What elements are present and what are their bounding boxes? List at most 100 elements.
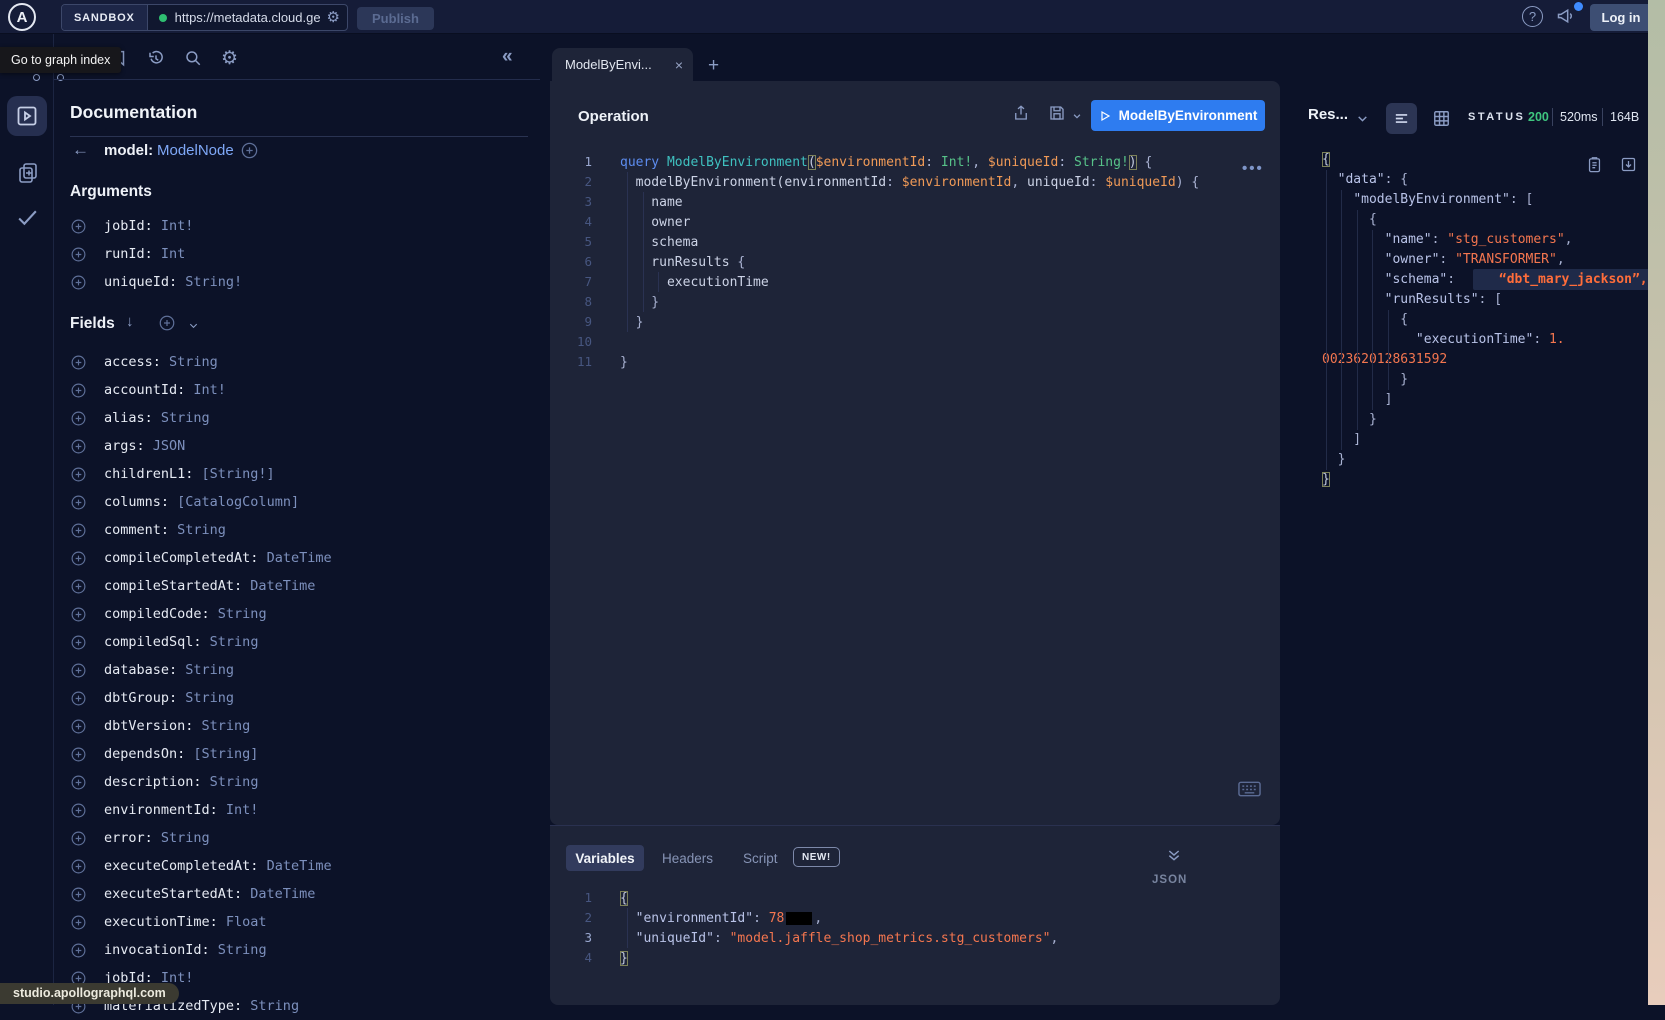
back-arrow-icon[interactable]: ← bbox=[72, 140, 89, 160]
settings-gear-icon[interactable]: ⚙ bbox=[221, 47, 238, 70]
field-row[interactable]: accountId: Int! bbox=[70, 376, 530, 404]
save-icon[interactable] bbox=[1048, 104, 1066, 122]
code-line: 3 "uniqueId": "model.jaffle_shop_metrics… bbox=[550, 928, 1274, 948]
add-field-icon[interactable] bbox=[70, 522, 87, 539]
sort-fields-icon[interactable]: ↓ bbox=[126, 313, 134, 330]
add-field-icon[interactable] bbox=[70, 438, 87, 455]
add-field-icon[interactable] bbox=[70, 466, 87, 483]
add-field-icon[interactable] bbox=[70, 494, 87, 511]
operation-tab[interactable]: ModelByEnvi... × bbox=[552, 48, 693, 81]
response-text-view-button[interactable] bbox=[1386, 103, 1417, 134]
field-name: alias: bbox=[104, 410, 153, 426]
operation-editor[interactable]: 1query ModelByEnvironment($environmentId… bbox=[550, 152, 1274, 372]
field-row[interactable]: environmentId: Int! bbox=[70, 796, 530, 824]
help-icon[interactable]: ? bbox=[1522, 6, 1543, 27]
add-field-icon[interactable] bbox=[70, 802, 87, 819]
tab-variables[interactable]: Variables bbox=[566, 845, 644, 871]
close-tab-icon[interactable]: × bbox=[675, 57, 683, 73]
add-field-icon[interactable] bbox=[70, 718, 87, 735]
url-settings-icon[interactable]: ⚙ bbox=[327, 10, 340, 25]
share-icon[interactable] bbox=[1012, 104, 1030, 122]
apollo-logo[interactable]: A bbox=[8, 3, 36, 31]
add-field-icon[interactable] bbox=[70, 662, 87, 679]
field-row[interactable]: alias: String bbox=[70, 404, 530, 432]
doc-breadcrumb-type[interactable]: ModelNode bbox=[157, 142, 234, 159]
field-row[interactable]: compiledSql: String bbox=[70, 628, 530, 656]
add-field-icon[interactable] bbox=[70, 942, 87, 959]
field-row[interactable]: executionTime: Float bbox=[70, 908, 530, 936]
field-row[interactable]: compileStartedAt: DateTime bbox=[70, 572, 530, 600]
indent-guide bbox=[643, 192, 644, 312]
keyboard-shortcuts-icon[interactable] bbox=[1238, 781, 1261, 797]
more-options-icon[interactable]: ••• bbox=[1242, 160, 1264, 177]
add-type-icon[interactable] bbox=[240, 141, 259, 160]
search-icon[interactable] bbox=[184, 49, 202, 67]
add-field-icon[interactable] bbox=[70, 606, 87, 623]
field-row[interactable]: dbtVersion: String bbox=[70, 712, 530, 740]
add-field-icon[interactable] bbox=[70, 858, 87, 875]
add-field-icon[interactable] bbox=[70, 274, 87, 291]
run-operation-button[interactable]: ModelByEnvironment bbox=[1091, 100, 1265, 131]
field-row[interactable]: columns: [CatalogColumn] bbox=[70, 488, 530, 516]
field-row[interactable]: childrenL1: [String!] bbox=[70, 460, 530, 488]
tab-script[interactable]: Script bbox=[743, 851, 778, 866]
field-row[interactable]: runId: Int bbox=[70, 240, 530, 268]
endpoint-url-group[interactable]: SANDBOX https://metadata.cloud.get ⚙ bbox=[61, 4, 348, 31]
add-field-icon[interactable] bbox=[70, 690, 87, 707]
response-chevron-icon[interactable] bbox=[1356, 112, 1369, 125]
field-row[interactable]: dbtGroup: String bbox=[70, 684, 530, 712]
code-token: { bbox=[1322, 212, 1377, 227]
login-button[interactable]: Log in bbox=[1590, 4, 1652, 31]
add-field-icon[interactable] bbox=[70, 550, 87, 567]
field-type: String bbox=[202, 634, 259, 650]
field-row[interactable]: compiledCode: String bbox=[70, 600, 530, 628]
add-field-icon[interactable] bbox=[70, 774, 87, 791]
field-row[interactable]: jobId: Int! bbox=[70, 212, 530, 240]
field-row[interactable]: executeCompletedAt: DateTime bbox=[70, 852, 530, 880]
schema-icon[interactable] bbox=[16, 160, 40, 184]
new-tab-icon[interactable]: + bbox=[708, 55, 719, 77]
code-token: } bbox=[620, 355, 628, 370]
graph-index-icon[interactable] bbox=[33, 74, 40, 81]
add-all-fields-icon[interactable] bbox=[158, 314, 176, 332]
add-field-icon[interactable] bbox=[70, 634, 87, 651]
collapse-panel-icon[interactable] bbox=[1166, 847, 1182, 863]
announcements-icon[interactable] bbox=[1556, 6, 1576, 26]
field-row[interactable]: args: JSON bbox=[70, 432, 530, 460]
add-field-icon[interactable] bbox=[70, 886, 87, 903]
fields-chevron-icon[interactable] bbox=[188, 320, 199, 331]
add-field-icon[interactable] bbox=[70, 914, 87, 931]
code-token: : bbox=[925, 155, 941, 170]
variables-editor[interactable]: 1{2 "environmentId": 78,3 "uniqueId": "m… bbox=[550, 888, 1274, 968]
field-row[interactable]: invocationId: String bbox=[70, 936, 530, 964]
publish-button[interactable]: Publish bbox=[357, 7, 434, 30]
rail-explorer-item[interactable] bbox=[7, 96, 47, 136]
tab-headers[interactable]: Headers bbox=[662, 851, 713, 866]
add-field-icon[interactable] bbox=[70, 830, 87, 847]
field-row[interactable]: comment: String bbox=[70, 516, 530, 544]
field-row[interactable]: error: String bbox=[70, 824, 530, 852]
response-title[interactable]: Res... bbox=[1308, 106, 1348, 123]
add-field-icon[interactable] bbox=[70, 410, 87, 427]
operation-title: Operation bbox=[578, 108, 649, 125]
add-field-icon[interactable] bbox=[70, 578, 87, 595]
line-number: 4 bbox=[550, 212, 592, 232]
field-row[interactable]: uniqueId: String! bbox=[70, 268, 530, 296]
add-field-icon[interactable] bbox=[70, 746, 87, 763]
endpoint-url-input[interactable]: https://metadata.cloud.get bbox=[175, 10, 320, 25]
field-row[interactable]: compileCompletedAt: DateTime bbox=[70, 544, 530, 572]
response-table-view-button[interactable] bbox=[1432, 109, 1451, 128]
add-field-icon[interactable] bbox=[70, 382, 87, 399]
field-row[interactable]: description: String bbox=[70, 768, 530, 796]
checks-icon[interactable] bbox=[15, 205, 40, 230]
add-field-icon[interactable] bbox=[70, 218, 87, 235]
save-chevron-icon[interactable] bbox=[1072, 111, 1082, 121]
history-icon[interactable] bbox=[147, 49, 165, 67]
add-field-icon[interactable] bbox=[70, 246, 87, 263]
field-row[interactable]: access: String bbox=[70, 348, 530, 376]
add-field-icon[interactable] bbox=[70, 354, 87, 371]
field-row[interactable]: database: String bbox=[70, 656, 530, 684]
field-row[interactable]: dependsOn: [String] bbox=[70, 740, 530, 768]
collapse-sidebar-icon[interactable]: « bbox=[502, 46, 513, 68]
field-row[interactable]: executeStartedAt: DateTime bbox=[70, 880, 530, 908]
